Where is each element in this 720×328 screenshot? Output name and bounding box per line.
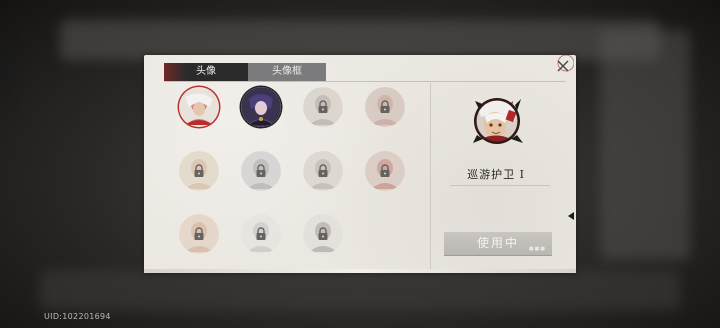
close-button[interactable]	[552, 54, 575, 77]
avatar-grid	[166, 85, 430, 269]
tab-label: 头像框	[272, 66, 302, 77]
uid-label: UID:102201694	[44, 312, 111, 321]
background-scene	[0, 40, 8, 100]
lock-icon	[380, 100, 390, 113]
in-use-label: 使用中	[476, 236, 519, 250]
lock-icon	[194, 164, 204, 177]
background-scene	[600, 30, 690, 260]
lock-icon	[194, 227, 204, 240]
in-use-button[interactable]: 使用中 ■■■	[444, 232, 552, 256]
avatar-option-locked[interactable]	[241, 214, 281, 254]
tab-avatar[interactable]: 头像	[164, 63, 248, 81]
dots-icon: ■■■	[528, 246, 546, 252]
tab-label: 头像	[196, 66, 216, 77]
character-portrait-icon	[473, 98, 523, 144]
panel-divider	[430, 83, 431, 269]
avatar-option-locked[interactable]	[303, 214, 343, 254]
tab-avatar-frame[interactable]: 头像框	[248, 63, 326, 81]
red-white-character-portrait-icon	[179, 87, 219, 127]
avatar-option-locked[interactable]	[303, 87, 343, 127]
tab-underline	[164, 81, 566, 82]
avatar-dialog: 头像 头像框 巡游护卫 I 使用中 ■■■	[144, 55, 576, 273]
lock-icon	[318, 164, 328, 177]
avatar-option-locked[interactable]	[241, 151, 281, 191]
avatar-option-locked[interactable]	[365, 87, 405, 127]
background-scene	[40, 270, 680, 310]
avatar-option-locked[interactable]	[179, 214, 219, 254]
purple-haired-character-portrait-icon	[241, 87, 281, 127]
name-underline	[450, 185, 550, 186]
close-icon	[557, 54, 575, 72]
lock-icon	[256, 164, 266, 177]
tab-bar: 头像 头像框	[164, 63, 326, 81]
avatar-option-locked[interactable]	[365, 151, 405, 191]
avatar-name: 巡游护卫 I	[467, 168, 525, 181]
lock-icon	[256, 227, 266, 240]
avatar-option[interactable]	[241, 87, 281, 127]
lock-icon	[318, 227, 328, 240]
selected-avatar-preview	[471, 95, 523, 147]
side-arrow-icon	[568, 212, 574, 220]
background-scene	[60, 20, 660, 60]
lock-icon	[318, 100, 328, 113]
avatar-option-locked[interactable]	[303, 151, 343, 191]
avatar-option-locked[interactable]	[179, 151, 219, 191]
avatar-option[interactable]	[179, 87, 219, 127]
lock-icon	[380, 164, 390, 177]
